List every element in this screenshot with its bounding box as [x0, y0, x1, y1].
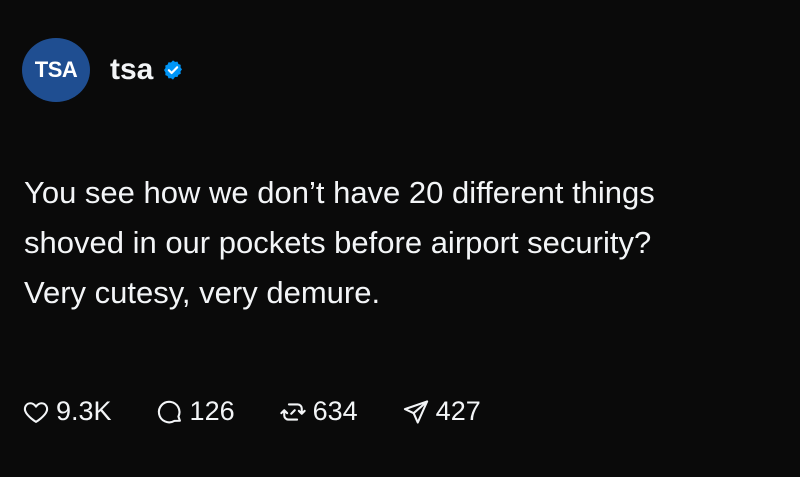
post-text: You see how we don’t have 20 different t… — [24, 175, 655, 310]
avatar[interactable]: TSA — [22, 38, 90, 102]
send-icon — [403, 399, 428, 424]
comment-bubble-icon — [157, 400, 181, 423]
verified-badge-icon — [164, 60, 183, 80]
comment-count: 126 — [189, 396, 235, 426]
like-count: 9.3K — [56, 396, 112, 426]
post-actions: 9.3K 126 634 427 — [22, 396, 525, 427]
share-button[interactable]: 427 — [402, 396, 481, 427]
like-button[interactable]: 9.3K — [22, 396, 112, 427]
avatar-text: TSA — [34, 57, 78, 82]
repost-button[interactable]: 634 — [279, 396, 358, 427]
heart-icon — [23, 401, 49, 423]
repost-count: 634 — [312, 396, 358, 426]
post-header: TSA tsa — [22, 38, 184, 102]
share-count: 427 — [435, 396, 481, 426]
repost-icon — [279, 402, 306, 421]
username[interactable]: tsa — [110, 55, 153, 85]
comment-button[interactable]: 126 — [156, 396, 235, 427]
